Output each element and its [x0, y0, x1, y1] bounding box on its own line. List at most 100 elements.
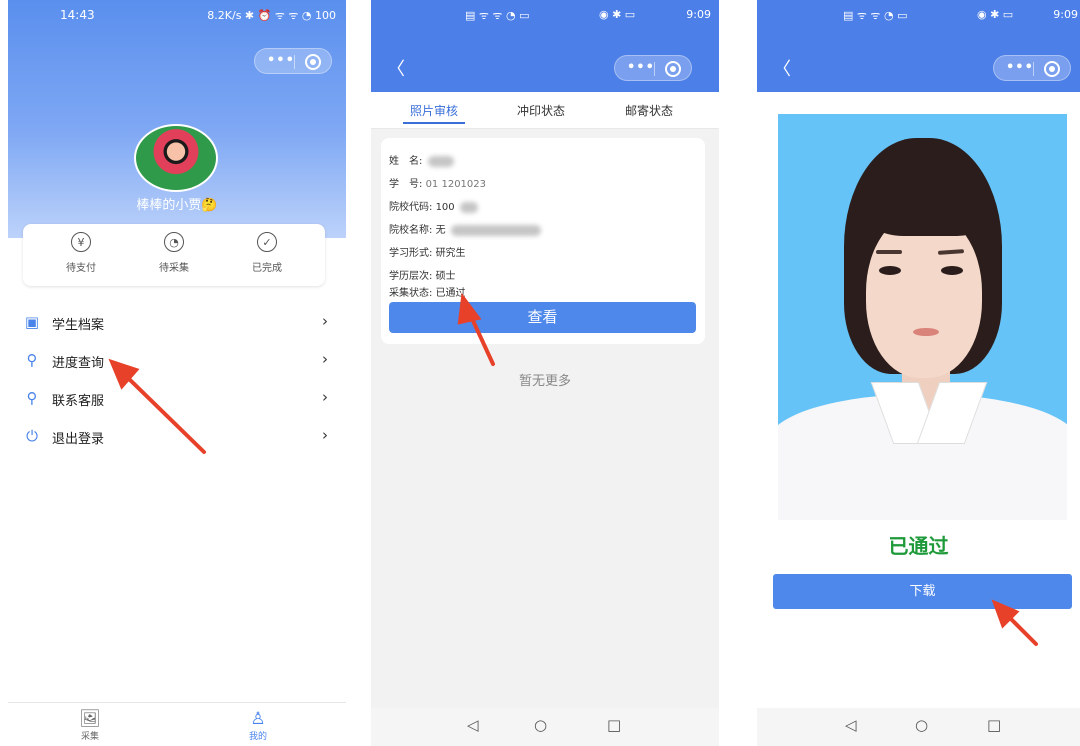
search-icon: ⚲ — [26, 351, 38, 369]
menu-label: 退出登录 — [52, 432, 105, 447]
status-bar: 14:43 8.2K/s ✱ ⏰ ᯤ ᯤ ◔ 100 — [8, 0, 346, 30]
order-completed[interactable]: ✓ 已完成 — [227, 232, 307, 274]
row-school-code: 院校代码: 100 — [389, 198, 478, 213]
status-icons-right: ◉ ✱ ▭ — [599, 8, 636, 21]
tab-label: 采集 — [80, 732, 99, 742]
back-arrow-icon[interactable]: 〈 — [387, 55, 405, 81]
field-label: 采集状态: — [389, 288, 433, 299]
menu-label: 进度查询 — [52, 356, 105, 371]
status-time: 9:09 — [686, 8, 711, 21]
row-degree: 学历层次: 硕士 — [389, 267, 456, 282]
field-label: 学习形式: — [389, 248, 433, 259]
redacted-value — [427, 155, 454, 167]
tab-mine[interactable]: ♙ 我的 — [228, 709, 288, 742]
row-study-form: 学习形式: 研究生 — [389, 244, 466, 259]
search-icon: ⚲ — [26, 389, 38, 407]
close-target-icon[interactable] — [1044, 61, 1060, 77]
menu-item-logout[interactable]: ⏻ 退出登录 › — [24, 424, 328, 450]
clock-icon: ◔ — [164, 232, 184, 252]
back-arrow-icon[interactable]: 〈 — [773, 55, 791, 81]
more-icon[interactable]: ••• — [267, 53, 295, 68]
yen-icon: ¥ — [71, 232, 91, 252]
nav-recents-icon[interactable]: □ — [987, 716, 1001, 734]
field-value: 100 — [435, 202, 455, 213]
photo-eye-right — [941, 266, 963, 275]
user-nickname: 棒棒的小贾🤔 — [136, 198, 218, 213]
nav-home-icon[interactable]: ○ — [915, 716, 928, 734]
menu-label: 学生档案 — [52, 318, 105, 333]
menu-item-progress-query[interactable]: ⚲ 进度查询 › — [24, 348, 329, 374]
redacted-value — [450, 224, 541, 236]
field-label: 院校名称: — [389, 225, 433, 236]
nav-back-icon[interactable]: ◁ — [467, 716, 479, 734]
tab-photo-review[interactable]: 照片审核 — [410, 102, 458, 119]
nav-header: ▤ ᯤ ᯤ ◔ ▭ ◉ ✱ ▭ 9:09 〈 ••• — [757, 0, 1080, 92]
field-value: 研究生 — [435, 248, 466, 259]
field-value: 无 — [435, 225, 446, 236]
active-tab-underline — [403, 122, 465, 124]
more-icon[interactable]: ••• — [1006, 60, 1034, 75]
field-label: 学 号: — [389, 179, 423, 190]
nav-header: ▤ ᯤ ᯤ ◔ ▭ ◉ ✱ ▭ 9:09 〈 ••• — [371, 0, 719, 92]
image-icon: 🖼 — [79, 709, 101, 729]
close-target-icon[interactable] — [305, 54, 321, 70]
more-icon[interactable]: ••• — [627, 60, 655, 75]
row-school-name: 院校名称: 无 — [389, 221, 541, 236]
bottom-tabbar: 🖼 采集 ♙ 我的 — [8, 702, 346, 746]
status-time: 9:09 — [1053, 8, 1078, 21]
view-button[interactable]: 查看 — [389, 302, 696, 333]
field-value: 硕士 — [435, 271, 456, 282]
miniprogram-capsule[interactable]: ••• — [993, 55, 1071, 81]
id-photo — [778, 114, 1067, 520]
field-label: 院校代码: — [389, 202, 433, 213]
photo-brow-left — [876, 250, 902, 254]
download-button[interactable]: 下载 — [773, 574, 1072, 609]
person-icon: ♙ — [250, 709, 266, 729]
close-target-icon[interactable] — [665, 61, 681, 77]
status-icons-right: ◉ ✱ ▭ — [977, 8, 1014, 21]
photo-face — [866, 212, 982, 378]
order-label: 已完成 — [252, 263, 282, 274]
phone-screen-profile: 14:43 8.2K/s ✱ ⏰ ᯤ ᯤ ◔ 100 ••• 棒棒的小贾🤔 ¥ … — [8, 0, 346, 746]
chevron-right-icon: › — [322, 312, 328, 330]
status-bar: ▤ ᯤ ᯤ ◔ ▭ ◉ ✱ ▭ 9:09 — [371, 0, 719, 30]
field-label: 姓 名: — [389, 156, 423, 167]
redacted-value — [459, 201, 478, 213]
tab-mail-status[interactable]: 邮寄状态 — [625, 102, 673, 119]
field-value: 已通过 — [435, 288, 466, 299]
order-pending-payment[interactable]: ¥ 待支付 — [41, 232, 121, 274]
tab-label: 我的 — [248, 732, 267, 742]
photo-fringe — [862, 158, 988, 236]
order-label: 待支付 — [66, 263, 96, 274]
tab-collect[interactable]: 🖼 采集 — [60, 709, 120, 742]
field-value: 01 1201023 — [425, 179, 487, 190]
menu-item-student-archive[interactable]: ▣ 学生档案 › — [24, 310, 328, 336]
order-label: 待采集 — [159, 263, 189, 274]
order-pending-collect[interactable]: ◔ 待采集 — [134, 232, 214, 274]
nav-home-icon[interactable]: ○ — [534, 716, 547, 734]
order-status-card: ¥ 待支付 ◔ 待采集 ✓ 已完成 — [23, 224, 325, 286]
photo-lips — [913, 328, 939, 336]
tab-print-status[interactable]: 冲印状态 — [517, 102, 565, 119]
status-tabs: 照片审核 冲印状态 邮寄状态 — [371, 92, 719, 129]
phone-screen-progress: ▤ ᯤ ᯤ ◔ ▭ ◉ ✱ ▭ 9:09 〈 ••• 照片审核 冲印状态 邮寄状… — [371, 0, 719, 746]
nav-recents-icon[interactable]: □ — [607, 716, 621, 734]
status-indicators: 8.2K/s ✱ ⏰ ᯤ ᯤ ◔ 100 — [207, 9, 336, 22]
menu-label: 联系客服 — [52, 394, 105, 409]
menu-item-contact-service[interactable]: ⚲ 联系客服 › — [24, 386, 329, 412]
chevron-right-icon: › — [322, 350, 328, 368]
status-icons: ▤ ᯤ ᯤ ◔ ▭ — [843, 9, 908, 22]
miniprogram-capsule[interactable]: ••• — [254, 48, 332, 74]
miniprogram-capsule[interactable]: ••• — [614, 55, 692, 81]
avatar[interactable] — [134, 124, 218, 192]
chevron-right-icon: › — [322, 426, 328, 444]
nav-back-icon[interactable]: ◁ — [845, 716, 857, 734]
power-icon: ⏻ — [26, 427, 38, 445]
status-icons: ▤ ᯤ ᯤ ◔ ▭ — [465, 9, 530, 22]
android-nav-bar: ◁ ○ □ — [757, 708, 1080, 746]
row-name: 姓 名: — [389, 152, 454, 167]
row-student-id: 学 号: 01 1201023 — [389, 175, 486, 190]
row-collect-status: 采集状态: 已通过 — [389, 284, 466, 299]
field-label: 学历层次: — [389, 271, 433, 282]
status-time: 14:43 — [60, 8, 95, 22]
